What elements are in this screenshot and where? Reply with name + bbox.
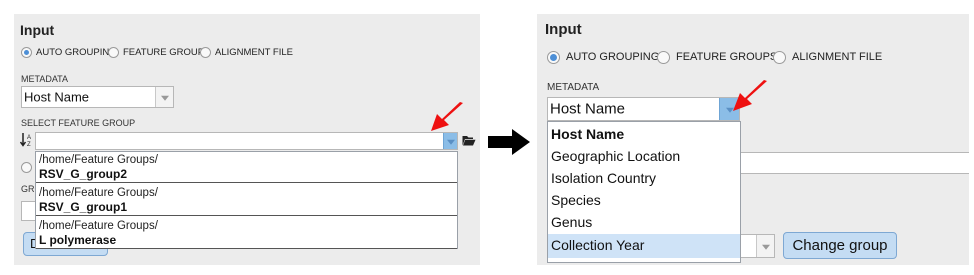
right-input-panel: Input AUTO GROUPING FEATURE GROUPS ALIGN… <box>537 14 969 265</box>
feature-group-name: L polymerase <box>39 233 117 247</box>
alignment-file-label: ALIGNMENT FILE <box>215 47 293 58</box>
metadata-select[interactable]: Host Name <box>547 97 740 121</box>
change-group-button[interactable]: Change group <box>783 232 897 259</box>
feature-group-path: /home/Feature Groups/ <box>39 187 158 199</box>
feature-groups-radio[interactable] <box>108 47 119 58</box>
divider <box>36 215 457 216</box>
feature-group-option[interactable]: /home/Feature Groups/ L polymerase <box>36 218 457 250</box>
option-species[interactable]: Species <box>548 189 740 211</box>
partially-hidden-select[interactable] <box>737 234 775 258</box>
auto-grouping-radio[interactable] <box>21 47 32 58</box>
obscured-radio[interactable] <box>21 162 32 173</box>
feature-group-path: /home/Feature Groups/ <box>39 154 158 166</box>
red-pointer-arrow-icon <box>733 80 767 111</box>
select-feature-group-label: SELECT FEATURE GROUP <box>21 118 136 128</box>
alignment-file-label: ALIGNMENT FILE <box>792 51 883 63</box>
left-input-panel: Input AUTO GROUPING FEATURE GROUPS ALIGN… <box>14 14 480 265</box>
svg-text:Z: Z <box>27 142 31 148</box>
panel-title: Input <box>545 21 582 38</box>
feature-group-name: RSV_G_group2 <box>39 167 128 181</box>
chevron-down-icon[interactable] <box>756 235 774 257</box>
metadata-label: METADATA <box>21 74 68 84</box>
option-genus[interactable]: Genus <box>548 211 740 233</box>
feature-group-option[interactable]: /home/Feature Groups/ RSV_G_group1 <box>36 185 457 217</box>
metadata-select[interactable]: Host Name <box>21 86 174 108</box>
alignment-file-radio[interactable] <box>200 47 211 58</box>
metadata-label: METADATA <box>547 82 600 93</box>
auto-grouping-radio[interactable] <box>547 51 560 64</box>
feature-group-option[interactable]: /home/Feature Groups/ RSV_G_group2 <box>36 152 457 184</box>
partially-hidden-input[interactable] <box>737 152 969 174</box>
feature-groups-radio[interactable] <box>657 51 670 64</box>
feature-group-path: /home/Feature Groups/ <box>39 220 158 232</box>
transition-arrow-icon <box>488 129 530 155</box>
metadata-dropdown-list: Host Name Geographic Location Isolation … <box>547 121 741 263</box>
chevron-down-icon[interactable] <box>443 133 457 149</box>
red-pointer-arrow-icon <box>431 102 463 131</box>
svg-text:A: A <box>27 135 31 141</box>
feature-group-dropdown: /home/Feature Groups/ RSV_G_group2 /home… <box>35 151 458 249</box>
metadata-select-value: Host Name <box>550 100 626 118</box>
auto-grouping-label: AUTO GROUPING <box>36 47 117 58</box>
sort-icon[interactable]: A Z <box>19 132 34 148</box>
divider <box>36 248 457 249</box>
alignment-file-radio[interactable] <box>773 51 786 64</box>
folder-open-icon[interactable] <box>462 134 476 147</box>
chevron-down-icon[interactable] <box>155 87 173 107</box>
option-isolation-country[interactable]: Isolation Country <box>548 167 740 189</box>
auto-grouping-label: AUTO GROUPING <box>566 51 660 63</box>
feature-group-name: RSV_G_group1 <box>39 200 128 214</box>
option-collection-year[interactable]: Collection Year <box>548 234 740 258</box>
feature-groups-label: FEATURE GROUPS <box>676 51 778 63</box>
metadata-select-value: Host Name <box>24 89 90 105</box>
option-host-name[interactable]: Host Name <box>548 123 740 145</box>
feature-group-select[interactable] <box>35 132 458 150</box>
divider <box>36 182 457 183</box>
panel-title: Input <box>20 22 55 38</box>
feature-groups-label: FEATURE GROUPS <box>123 47 211 58</box>
option-geographic-location[interactable]: Geographic Location <box>548 145 740 167</box>
